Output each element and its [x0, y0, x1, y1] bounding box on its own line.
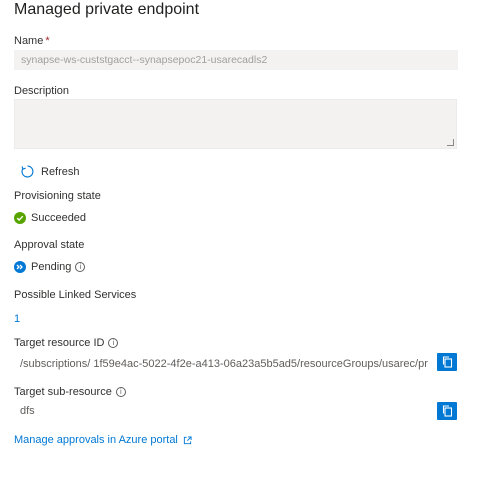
name-label-row: Name *	[14, 35, 50, 47]
pending-circle-icon	[14, 261, 26, 273]
description-label: Description	[14, 85, 70, 97]
target-resource-label-row: Target resource ID i	[14, 337, 119, 349]
page-title: Managed private endpoint	[14, 1, 200, 18]
copy-resource-id-button[interactable]	[437, 353, 457, 371]
required-mark: *	[45, 35, 50, 47]
copy-icon	[442, 405, 453, 417]
info-icon[interactable]: i	[75, 262, 86, 272]
refresh-label: Refresh	[41, 165, 80, 178]
target-sub-label: Target sub-resource	[14, 386, 112, 398]
refresh-icon	[20, 164, 35, 179]
refresh-button[interactable]: Refresh	[20, 164, 80, 179]
info-icon[interactable]: i	[115, 387, 126, 397]
target-resource-value: /subscriptions/ 1f59e4ac-5022-4f2e-a413-…	[20, 358, 428, 370]
linked-services-count-link[interactable]: 1	[14, 313, 20, 325]
provisioning-value: Succeeded	[31, 212, 87, 224]
copy-icon	[442, 356, 453, 368]
linked-services-label: Possible Linked Services	[14, 289, 137, 301]
checkmark-circle-icon	[14, 212, 26, 224]
external-link-icon	[183, 435, 192, 445]
approval-label: Approval state	[14, 239, 85, 251]
azure-portal-link[interactable]: Manage approvals in Azure portal	[14, 434, 192, 446]
approval-value: Pending	[31, 261, 72, 273]
approval-status: Pending i	[14, 261, 86, 273]
description-field[interactable]	[14, 99, 457, 149]
provisioning-status: Succeeded	[14, 212, 86, 224]
info-icon[interactable]: i	[108, 338, 119, 348]
resize-handle[interactable]	[447, 139, 454, 146]
name-label: Name	[14, 35, 44, 47]
target-sub-value: dfs	[20, 405, 35, 417]
provisioning-label: Provisioning state	[14, 190, 101, 202]
target-resource-label: Target resource ID	[14, 337, 105, 349]
azure-portal-link-label: Manage approvals in Azure portal	[14, 434, 178, 446]
name-field[interactable]: synapse-ws-custstgacct--synapsepoc21-usa…	[14, 50, 458, 70]
copy-sub-resource-button[interactable]	[437, 402, 457, 420]
target-sub-label-row: Target sub-resource i	[14, 386, 126, 398]
